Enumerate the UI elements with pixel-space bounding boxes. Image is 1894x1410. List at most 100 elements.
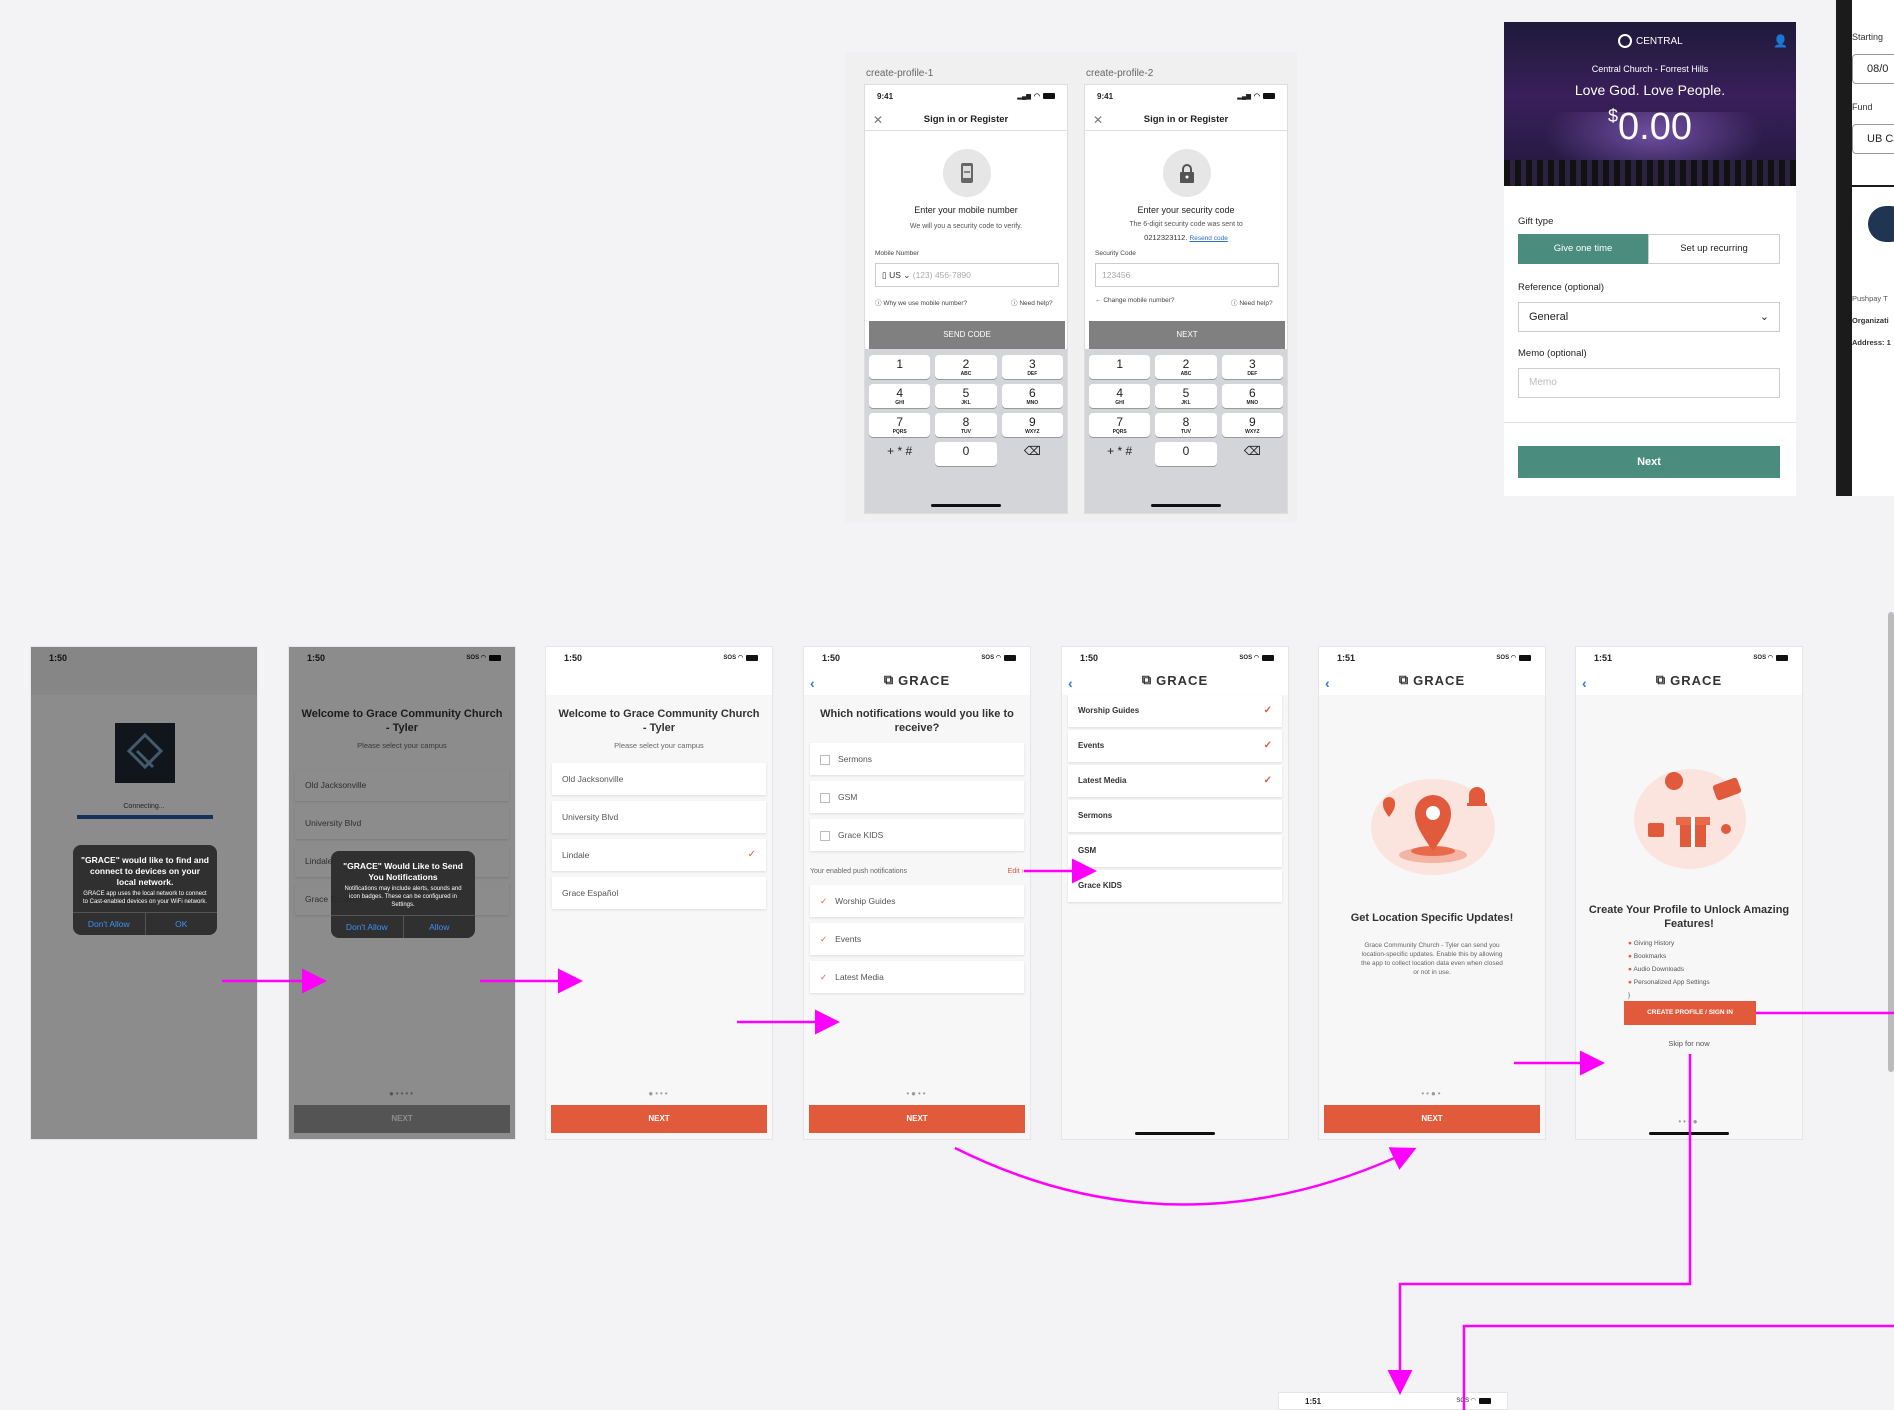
keypad-key[interactable]: 0 (935, 442, 997, 466)
key-letters: DEF (1027, 371, 1038, 377)
key-digit: 1 (1116, 357, 1123, 371)
keypad-key[interactable]: 9 WXYZ (1221, 413, 1283, 437)
user-icon[interactable]: 👤 (1773, 34, 1788, 48)
next-button[interactable]: NEXT (551, 1105, 767, 1133)
campus-item[interactable]: Grace Español (552, 877, 766, 909)
keypad-key[interactable]: 2 ABC (935, 355, 997, 379)
chevron-down-icon: ⌄ (1759, 311, 1769, 323)
back-chevron-icon[interactable]: ‹ (810, 675, 815, 691)
enabled-item: ✓ Worship Guides (810, 885, 1024, 917)
keypad-key[interactable]: + * # (869, 442, 930, 466)
heading: Enter your security code (1137, 205, 1235, 215)
dont-allow-button[interactable]: Don't Allow (331, 916, 403, 938)
screen-notification-choices: 1:50 SOS ◠ ‹ ⧉ GRACE Which notifications … (803, 646, 1031, 1140)
notification-option[interactable]: Sermons (810, 743, 1024, 775)
notification-option[interactable]: Grace KIDS (810, 819, 1024, 851)
keypad-key[interactable]: ⌫ (1222, 442, 1283, 466)
allow-button[interactable]: Allow (402, 916, 476, 938)
notifications-alert: "GRACE" Would Like to Send You Notificat… (331, 851, 475, 938)
key-digit: 4 (1116, 386, 1123, 400)
brand-name: GRACE (1670, 672, 1723, 688)
key-digit: ⌫ (1023, 444, 1041, 458)
key-digit: + * # (1107, 444, 1133, 458)
keypad-key[interactable]: 0 (1155, 442, 1217, 466)
keypad-key[interactable]: 3 DEF (1221, 355, 1283, 379)
back-chevron-icon[interactable]: ‹ (1582, 675, 1587, 691)
keypad-key[interactable]: 6 MNO (1001, 384, 1063, 408)
notification-item[interactable]: Sermons (1068, 800, 1282, 832)
amount-display[interactable]: $0.00 (1504, 106, 1796, 149)
nav-title: Sign in or Register (1143, 114, 1229, 125)
memo-input[interactable]: Memo (1518, 368, 1780, 398)
why-link[interactable]: ⓘ Why we use mobile number? (875, 297, 967, 307)
campus-item[interactable]: University Blvd (552, 801, 766, 833)
help-link[interactable]: ⓘ Need help? (1011, 297, 1053, 307)
notification-option[interactable]: GSM (810, 781, 1024, 813)
next-button[interactable]: NEXT (1089, 321, 1285, 349)
back-chevron-icon[interactable]: ‹ (1068, 675, 1073, 691)
location-body: Grace Community Church - Tyler can send … (1361, 942, 1503, 976)
give-one-time-button[interactable]: Give one time (1518, 234, 1648, 264)
keypad-key[interactable]: 7 PQRS (869, 413, 931, 437)
key-letters: WXYZ (1245, 429, 1260, 435)
dont-allow-button[interactable]: Don't Allow (73, 913, 145, 935)
checkbox[interactable] (820, 830, 830, 841)
status-time: 1:50 (1080, 653, 1099, 663)
campus-item[interactable]: Old Jacksonville (552, 763, 766, 795)
keypad-key[interactable]: ⌫ (1002, 442, 1063, 466)
start-date-input[interactable]: 08/0 (1852, 54, 1894, 84)
grace-logo: ⧉ GRACE (1142, 672, 1208, 688)
keypad-key[interactable]: + * # (1089, 442, 1150, 466)
keypad-key[interactable]: 3 DEF (1001, 355, 1063, 379)
checkbox[interactable] (820, 754, 830, 765)
fund-select[interactable]: UB Ca (1852, 124, 1894, 154)
notification-item[interactable]: Worship Guides ✓ (1068, 695, 1282, 727)
brand-name: CENTRAL (1636, 35, 1683, 47)
notification-item[interactable]: Latest Media ✓ (1068, 765, 1282, 797)
help-link[interactable]: ⓘ Need help? (1231, 297, 1273, 307)
keypad-key[interactable]: 1 (869, 355, 931, 379)
keypad-key[interactable]: 5 JKL (1155, 384, 1217, 408)
keypad-key[interactable]: 4 GHI (869, 384, 931, 408)
keypad-key[interactable]: 5 JKL (935, 384, 997, 408)
next-button[interactable]: NEXT (809, 1105, 1025, 1133)
next-button[interactable]: NEXT (1324, 1105, 1540, 1133)
mobile-field[interactable]: ▯ US ⌄ (123) 456-7890 (875, 263, 1059, 287)
country-select[interactable]: US (889, 270, 901, 280)
skip-link[interactable]: Skip for now (1576, 1039, 1802, 1048)
ok-button[interactable]: OK (144, 913, 218, 935)
keypad-key[interactable]: 7 PQRS (1089, 413, 1151, 437)
back-chevron-icon[interactable]: ‹ (1325, 675, 1330, 691)
notification-item[interactable]: Grace KIDS (1068, 870, 1282, 902)
edit-link[interactable]: Edit › (1008, 868, 1024, 875)
grace-logo: ⧉ GRACE (1656, 672, 1722, 688)
send-code-button[interactable]: SEND CODE (869, 321, 1065, 349)
create-profile-button[interactable]: CREATE PROFILE / SIGN IN (1624, 1001, 1756, 1025)
notification-item[interactable]: Events ✓ (1068, 730, 1282, 762)
set-up-recurring-button[interactable]: Set up recurring (1648, 234, 1780, 264)
checkbox[interactable] (820, 792, 830, 803)
grace-logo: ⧉ GRACE (884, 672, 950, 688)
change-number-link[interactable]: ← Change mobile number? (1095, 297, 1175, 304)
security-code-input[interactable]: 123456 (1095, 263, 1279, 287)
keypad-key[interactable]: 2 ABC (1155, 355, 1217, 379)
notification-item[interactable]: GSM (1068, 835, 1282, 867)
check-circle-icon: ● (1628, 979, 1632, 986)
resend-link[interactable]: Resend code (1190, 235, 1228, 242)
keypad-key[interactable]: 4 GHI (1089, 384, 1151, 408)
key-digit: 1 (896, 357, 903, 371)
give-form: CENTRAL 👤 Central Church - Forrest Hills… (1504, 22, 1796, 496)
keypad-key[interactable]: 6 MNO (1221, 384, 1283, 408)
next-button[interactable]: Next (1518, 446, 1780, 478)
divider (1852, 185, 1894, 187)
keypad-key[interactable]: 9 WXYZ (1001, 413, 1063, 437)
close-icon[interactable]: ✕ (1093, 109, 1103, 131)
close-icon[interactable]: ✕ (873, 109, 883, 131)
reference-select[interactable]: General ⌄ (1518, 302, 1780, 332)
keypad-key[interactable]: 1 (1089, 355, 1151, 379)
enabled-label: Latest Media (835, 972, 884, 982)
scrollbar[interactable] (1888, 612, 1894, 1072)
keypad-key[interactable]: 8 TUV (935, 413, 997, 437)
keypad-key[interactable]: 8 TUV (1155, 413, 1217, 437)
campus-item-selected[interactable]: Lindale ✓ (552, 839, 766, 871)
